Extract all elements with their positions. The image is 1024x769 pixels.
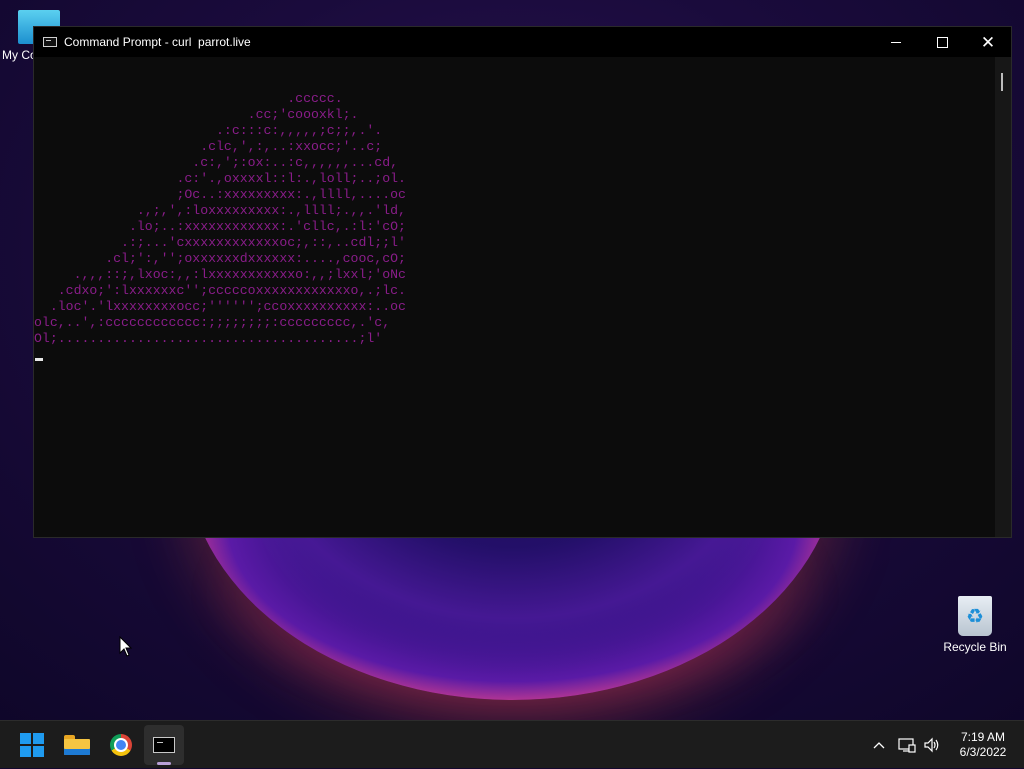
console-output[interactable]: .ccccc. .cc;'coooxkl;. .:c:::c:,,,,,;c;;… bbox=[34, 57, 996, 537]
volume-button[interactable] bbox=[921, 721, 943, 769]
cmd-icon bbox=[153, 737, 175, 753]
start-button[interactable] bbox=[12, 725, 52, 765]
close-button[interactable]: ✕ bbox=[965, 27, 1011, 57]
clock-date: 6/3/2022 bbox=[959, 745, 1007, 759]
text-cursor bbox=[35, 358, 43, 361]
vertical-scrollbar[interactable] bbox=[995, 57, 1011, 537]
network-icon bbox=[898, 738, 916, 753]
chevron-up-icon bbox=[873, 742, 885, 749]
show-hidden-icons-button[interactable] bbox=[868, 721, 890, 769]
taskbar: 7:19 AM 6/3/2022 bbox=[0, 720, 1024, 768]
cmd-icon bbox=[43, 37, 57, 47]
command-prompt-window[interactable]: Command Prompt - curl parrot.live ✕ .ccc… bbox=[33, 26, 1012, 538]
maximize-icon bbox=[936, 36, 948, 48]
chrome-icon bbox=[110, 734, 132, 756]
active-app-indicator bbox=[157, 762, 171, 765]
desktop-icon-recycle-bin[interactable]: Recycle Bin bbox=[942, 596, 1008, 654]
folder-icon bbox=[64, 735, 90, 755]
scrollbar-thumb[interactable] bbox=[1001, 73, 1003, 91]
recycle-bin-icon bbox=[958, 596, 992, 636]
minimize-button[interactable] bbox=[873, 27, 919, 57]
command-prompt-taskbar-button[interactable] bbox=[144, 725, 184, 765]
minimize-icon bbox=[891, 41, 901, 43]
desktop-icon-label: Recycle Bin bbox=[943, 640, 1007, 654]
volume-icon bbox=[924, 737, 939, 753]
window-titlebar[interactable]: Command Prompt - curl parrot.live ✕ bbox=[34, 27, 1011, 57]
chrome-button[interactable] bbox=[101, 725, 141, 765]
network-button[interactable] bbox=[896, 721, 918, 769]
file-explorer-button[interactable] bbox=[57, 725, 97, 765]
close-icon: ✕ bbox=[980, 32, 996, 52]
parrot-ascii-art: .ccccc. .cc;'coooxkl;. .:c:::c:,,,,,;c;;… bbox=[34, 91, 406, 346]
clock-time: 7:19 AM bbox=[960, 730, 1006, 744]
maximize-button[interactable] bbox=[919, 27, 965, 57]
start-icon bbox=[20, 733, 44, 757]
clock[interactable]: 7:19 AM 6/3/2022 bbox=[948, 730, 1018, 760]
window-title: Command Prompt - curl parrot.live bbox=[64, 35, 251, 49]
